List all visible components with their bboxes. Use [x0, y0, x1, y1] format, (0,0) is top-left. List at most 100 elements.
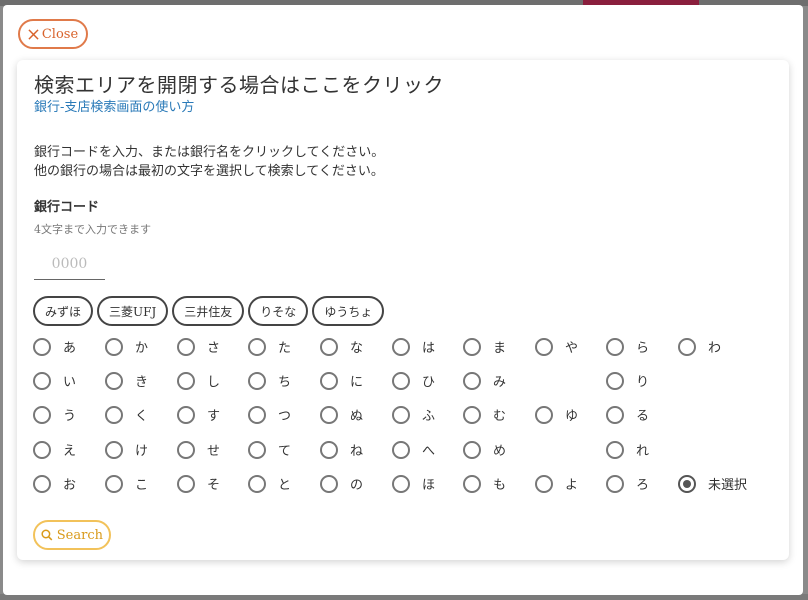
bank-button-resona[interactable]: りそな: [248, 296, 309, 326]
kana-radio[interactable]: [105, 337, 123, 356]
bank-button-yucho[interactable]: ゆうちょ: [312, 296, 385, 326]
kana-radio[interactable]: [177, 474, 195, 493]
kana-option[interactable]: ま: [463, 337, 506, 356]
kana-radio[interactable]: [248, 371, 266, 390]
kana-radio[interactable]: [33, 405, 51, 424]
kana-option[interactable]: う: [33, 405, 76, 424]
kana-radio[interactable]: [177, 337, 195, 356]
kana-option[interactable]: め: [463, 440, 506, 459]
kana-radio[interactable]: [535, 405, 553, 424]
kana-option[interactable]: り: [606, 371, 649, 390]
kana-radio[interactable]: [248, 405, 266, 424]
kana-option[interactable]: な: [320, 337, 363, 356]
kana-option[interactable]: の: [320, 474, 363, 493]
kana-option[interactable]: た: [248, 337, 291, 356]
kana-radio[interactable]: [463, 337, 481, 356]
bank-code-input[interactable]: [34, 248, 105, 280]
kana-option[interactable]: こ: [105, 474, 148, 493]
kana-option[interactable]: く: [105, 405, 148, 424]
kana-option[interactable]: ち: [248, 371, 291, 390]
kana-radio[interactable]: [392, 405, 410, 424]
kana-option[interactable]: か: [105, 337, 148, 356]
kana-radio[interactable]: [606, 405, 624, 424]
kana-radio[interactable]: [177, 371, 195, 390]
kana-radio[interactable]: [33, 337, 51, 356]
kana-radio[interactable]: [463, 371, 481, 390]
kana-radio[interactable]: [105, 371, 123, 390]
kana-option[interactable]: ゆ: [535, 405, 578, 424]
kana-option[interactable]: よ: [535, 474, 578, 493]
kana-option[interactable]: い: [33, 371, 76, 390]
kana-option[interactable]: ふ: [392, 405, 435, 424]
kana-option[interactable]: あ: [33, 337, 76, 356]
kana-option[interactable]: き: [105, 371, 148, 390]
kana-radio[interactable]: [33, 474, 51, 493]
kana-option[interactable]: へ: [392, 440, 435, 459]
kana-option[interactable]: ろ: [606, 474, 649, 493]
kana-option[interactable]: る: [606, 405, 649, 424]
kana-option[interactable]: け: [105, 440, 148, 459]
kana-radio[interactable]: [392, 371, 410, 390]
kana-option[interactable]: と: [248, 474, 291, 493]
kana-radio[interactable]: [105, 474, 123, 493]
kana-radio[interactable]: [320, 371, 338, 390]
bank-button-smbc[interactable]: 三井住友: [172, 296, 245, 326]
kana-option[interactable]: み: [463, 371, 506, 390]
bank-button-mizuho[interactable]: みずほ: [33, 296, 94, 326]
kana-radio[interactable]: [535, 474, 553, 493]
kana-radio[interactable]: [606, 474, 624, 493]
kana-option[interactable]: し: [177, 371, 220, 390]
kana-option[interactable]: や: [535, 337, 578, 356]
kana-radio[interactable]: [678, 474, 696, 493]
kana-radio[interactable]: [33, 371, 51, 390]
kana-radio[interactable]: [535, 337, 553, 356]
kana-option[interactable]: に: [320, 371, 363, 390]
kana-option[interactable]: れ: [606, 440, 649, 459]
kana-option[interactable]: ほ: [392, 474, 435, 493]
kana-radio[interactable]: [392, 337, 410, 356]
kana-option[interactable]: そ: [177, 474, 220, 493]
kana-option[interactable]: 未選択: [678, 474, 747, 493]
kana-radio[interactable]: [320, 405, 338, 424]
kana-radio[interactable]: [248, 337, 266, 356]
bank-button-mufg[interactable]: 三菱UFJ: [97, 296, 169, 326]
close-button[interactable]: Close: [18, 19, 88, 49]
kana-option[interactable]: も: [463, 474, 506, 493]
kana-option[interactable]: え: [33, 440, 76, 459]
kana-option[interactable]: ら: [606, 337, 649, 356]
kana-option[interactable]: さ: [177, 337, 220, 356]
kana-radio[interactable]: [33, 440, 51, 459]
kana-radio[interactable]: [606, 440, 624, 459]
kana-radio[interactable]: [463, 474, 481, 493]
kana-radio[interactable]: [463, 440, 481, 459]
kana-radio[interactable]: [678, 337, 696, 356]
kana-radio[interactable]: [248, 474, 266, 493]
kana-radio[interactable]: [177, 405, 195, 424]
kana-option[interactable]: ぬ: [320, 405, 363, 424]
search-button[interactable]: Search: [33, 520, 111, 550]
kana-option[interactable]: す: [177, 405, 220, 424]
panel-title-toggle[interactable]: 検索エリアを開閉する場合はここをクリック: [34, 69, 444, 98]
kana-option[interactable]: わ: [678, 337, 721, 356]
kana-option[interactable]: つ: [248, 405, 291, 424]
kana-option[interactable]: は: [392, 337, 435, 356]
kana-radio[interactable]: [320, 337, 338, 356]
kana-radio[interactable]: [392, 474, 410, 493]
kana-radio[interactable]: [606, 337, 624, 356]
kana-option[interactable]: む: [463, 405, 506, 424]
kana-radio[interactable]: [177, 440, 195, 459]
kana-option[interactable]: ひ: [392, 371, 435, 390]
kana-radio[interactable]: [320, 474, 338, 493]
kana-radio[interactable]: [463, 405, 481, 424]
kana-radio[interactable]: [248, 440, 266, 459]
kana-radio[interactable]: [105, 440, 123, 459]
help-link[interactable]: 銀行-支店検索画面の使い方: [34, 96, 194, 115]
kana-radio[interactable]: [105, 405, 123, 424]
kana-option[interactable]: ね: [320, 440, 363, 459]
kana-radio[interactable]: [320, 440, 338, 459]
kana-option[interactable]: せ: [177, 440, 220, 459]
kana-option[interactable]: て: [248, 440, 291, 459]
kana-option[interactable]: お: [33, 474, 76, 493]
kana-radio[interactable]: [606, 371, 624, 390]
kana-radio[interactable]: [392, 440, 410, 459]
